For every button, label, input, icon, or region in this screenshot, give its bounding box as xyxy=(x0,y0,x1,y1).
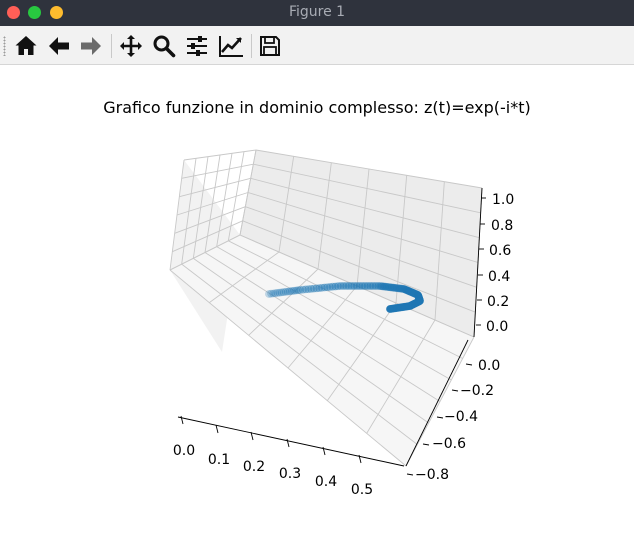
y-tick-label: −0.4 xyxy=(444,409,478,425)
grid-line xyxy=(181,163,254,179)
y-tick-label: 0.0 xyxy=(478,358,500,374)
z-tick-label: 1.0 xyxy=(492,192,514,208)
x-tick-label: 0.0 xyxy=(173,443,195,459)
y-tick xyxy=(406,473,414,476)
y-tick-label: −0.8 xyxy=(415,467,449,483)
data-point xyxy=(386,305,394,313)
y-tick xyxy=(436,416,444,419)
x-tick xyxy=(215,424,219,434)
z-tick-labels: 0.0 0.2 0.4 0.6 0.8 1.0 xyxy=(486,192,514,335)
z-tick-label: 0.0 xyxy=(486,319,508,335)
x-tick-label: 0.3 xyxy=(279,466,301,482)
z-tick-label: 0.4 xyxy=(488,269,510,285)
x-tick xyxy=(286,438,290,448)
z-tick-label: 0.8 xyxy=(491,218,513,234)
x-tick-labels: 0.0 0.1 0.2 0.3 0.4 0.5 xyxy=(173,443,373,498)
z-tick-label: 0.6 xyxy=(489,243,511,259)
y-tick-label: −0.6 xyxy=(432,436,466,452)
z-tick-label: 0.2 xyxy=(487,294,509,310)
x-tick-label: 0.1 xyxy=(208,452,230,468)
plot-canvas[interactable]: 0.0 0.1 0.2 0.3 0.4 0.5 0.0 −0.2 −0.4 −0… xyxy=(0,0,634,541)
x-tick-label: 0.4 xyxy=(315,474,337,490)
y-tick xyxy=(422,443,430,446)
y-tick xyxy=(465,363,473,366)
x-tick-label: 0.5 xyxy=(351,482,373,498)
x-tick xyxy=(180,415,184,425)
y-tick-label: −0.2 xyxy=(460,383,494,399)
x-tick-label: 0.2 xyxy=(243,459,265,475)
y-tick xyxy=(451,389,459,392)
grid-line xyxy=(183,149,257,161)
